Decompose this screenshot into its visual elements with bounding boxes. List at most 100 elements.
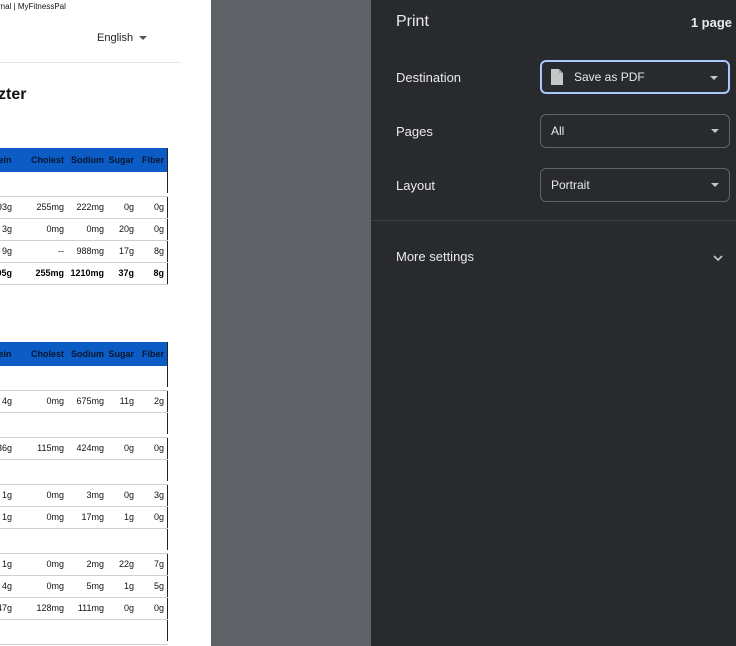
table-border (167, 598, 168, 619)
column-header: Cholest (30, 155, 64, 165)
table-border (167, 413, 168, 434)
pages-select[interactable]: All (540, 114, 730, 148)
table-cell: 11g (119, 396, 134, 406)
table-border (167, 241, 168, 262)
table-row: 9g -- 988mg 17g 8g (0, 241, 168, 263)
column-header: Sodium (71, 155, 104, 165)
table-cell: 255mg (36, 202, 64, 212)
table-border (167, 197, 168, 218)
divider (0, 62, 181, 63)
table-cell: 0g (153, 443, 164, 453)
table-border (167, 219, 168, 240)
table-cell: 111mg (77, 603, 104, 613)
table-row: 1g 0mg 17mg 1g 0g (0, 507, 168, 529)
table-cell: 988mg (76, 246, 104, 256)
layout-select[interactable]: Portrait (540, 168, 730, 202)
table-border (167, 554, 168, 575)
table-cell: 3g (1, 224, 12, 234)
table-cell: 0g (153, 202, 164, 212)
table-cell: 0mg (46, 396, 64, 406)
table-cell: 0g (153, 224, 164, 234)
print-settings-panel: Print 1 page Destination Save as PDF Pag… (371, 0, 736, 646)
table-cell: 93g (0, 202, 12, 212)
pages-value: All (551, 124, 565, 138)
table-row (0, 529, 168, 554)
table-border (167, 391, 168, 412)
table-cell: 0g (123, 603, 134, 613)
table-cell: 1g (1, 512, 12, 522)
column-header: otein (0, 155, 12, 165)
table-cell: 0mg (46, 559, 64, 569)
table-row (0, 172, 168, 197)
table-cell: -- (58, 246, 64, 256)
table-row: 3g 0mg 0mg 20g 0g (0, 219, 168, 241)
table-cell: 0mg (46, 581, 64, 591)
table-cell: 7g (153, 559, 164, 569)
document-icon (550, 68, 564, 86)
table-row: 47g 128mg 111mg 0g 0g (0, 598, 168, 620)
language-selector: English (97, 32, 148, 44)
table-cell: 3mg (86, 490, 104, 500)
table-cell: 424mg (76, 443, 104, 453)
table-row: 36g 115mg 424mg 0g 0g (0, 438, 168, 460)
column-header: Sugar (108, 349, 134, 359)
table-cell: 0mg (46, 224, 64, 234)
table-row (0, 460, 168, 485)
table-cell: 0mg (46, 490, 64, 500)
table-row: 4g 0mg 5mg 1g 5g (0, 576, 168, 598)
column-header: Sodium (71, 349, 104, 359)
nutrition-table: otein Cholest Sodium Sugar Fiber 4g 0mg 675mg 11… (0, 342, 168, 645)
table-cell: 105g (0, 268, 12, 278)
dropdown-arrow-icon (710, 76, 718, 80)
table-border (167, 263, 168, 284)
dropdown-arrow-icon (711, 183, 719, 187)
table-cell: 0g (153, 603, 164, 613)
table-cell: 47g (0, 603, 12, 613)
table-border (167, 366, 168, 387)
table-header: otein Cholest Sodium Sugar Fiber (0, 342, 168, 366)
table-cell: 0g (123, 490, 134, 500)
table-border (167, 172, 168, 193)
column-header: Sugar (108, 155, 134, 165)
preview-page-header: rnal | MyFitnessPal (0, 2, 66, 11)
table-cell: 1g (123, 581, 134, 591)
table-border (167, 620, 168, 641)
print-preview-page: rnal | MyFitnessPal English zter otein Ch… (0, 0, 211, 646)
table-cell: 1g (1, 490, 12, 500)
chevron-down-icon (712, 251, 724, 269)
more-settings-toggle[interactable]: More settings (371, 240, 736, 276)
layout-label: Layout (396, 178, 436, 193)
table-cell: 1g (1, 559, 12, 569)
column-header: Fiber (141, 155, 164, 165)
table-border (167, 576, 168, 597)
table-cell: 222mg (76, 202, 104, 212)
table-cell: 9g (1, 246, 12, 256)
table-cell: 36g (0, 443, 12, 453)
table-cell: 20g (118, 224, 134, 234)
table-cell: 5g (153, 581, 164, 591)
destination-select[interactable]: Save as PDF (540, 60, 730, 94)
more-settings-label: More settings (396, 249, 475, 264)
column-header: Fiber (141, 349, 164, 359)
table-border (167, 342, 168, 366)
caret-down-icon (139, 36, 148, 40)
table-border (167, 148, 168, 172)
table-border (167, 438, 168, 459)
table-row: 4g 0mg 675mg 11g 2g (0, 391, 168, 413)
table-cell: 0mg (86, 224, 104, 234)
table-cell: 255mg (35, 268, 64, 278)
table-cell: 0g (123, 202, 134, 212)
preview-background (211, 0, 371, 646)
divider (371, 220, 736, 221)
table-cell: 2g (153, 396, 164, 406)
table-cell: 8g (153, 246, 164, 256)
destination-label: Destination (396, 70, 462, 85)
table-cell: 675mg (76, 396, 104, 406)
table-border (167, 460, 168, 481)
table-cell: 4g (1, 396, 12, 406)
language-label: English (97, 32, 134, 44)
table-cell: 17mg (81, 512, 104, 522)
table-cell: 1210mg (70, 268, 104, 278)
table-cell: 2mg (86, 559, 104, 569)
dropdown-arrow-icon (711, 129, 719, 133)
